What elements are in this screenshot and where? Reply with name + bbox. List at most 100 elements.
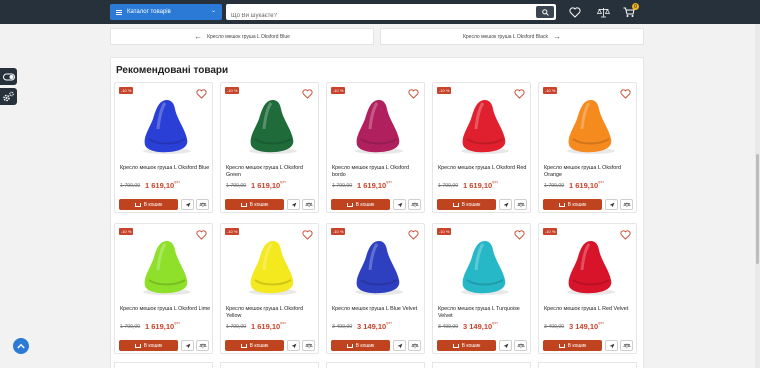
product-name-link[interactable]: Кресло мешок груша L Blue Velvet	[332, 306, 424, 313]
add-to-wishlist-button[interactable]	[514, 86, 525, 104]
catalog-button[interactable]: Каталог товарів ⌄	[110, 4, 222, 20]
compare-product-button[interactable]	[514, 199, 527, 210]
page-scrollbar[interactable]	[755, 24, 760, 368]
add-to-wishlist-button[interactable]	[408, 86, 419, 104]
product-card[interactable]: -10 % Кресло мешок груша L Oksford bordo 1…	[326, 82, 425, 213]
product-image[interactable]	[561, 236, 617, 296]
product-name-link[interactable]: Кресло мешок груша L Oksford Blue	[120, 165, 212, 172]
add-to-cart-button[interactable]: В кошик	[437, 199, 496, 210]
compare-product-button[interactable]	[196, 199, 209, 210]
product-image[interactable]	[455, 95, 511, 155]
quick-order-button[interactable]	[605, 199, 618, 210]
theme-toggle-button[interactable]	[0, 68, 17, 85]
quick-order-button[interactable]	[287, 340, 300, 351]
product-name-link[interactable]: Кресло мешок груша L Turquoise Velvet	[438, 306, 530, 320]
paper-plane-icon	[397, 343, 402, 348]
add-to-wishlist-button[interactable]	[302, 86, 313, 104]
add-to-wishlist-button[interactable]	[620, 227, 631, 245]
product-image[interactable]	[349, 95, 405, 155]
compare-button[interactable]	[596, 5, 610, 19]
quick-order-button[interactable]	[499, 199, 512, 210]
scroll-to-top-button[interactable]	[13, 338, 29, 354]
scales-icon	[622, 202, 631, 207]
quick-order-button[interactable]	[393, 340, 406, 351]
chevron-down-icon: ⌄	[210, 8, 216, 14]
add-to-wishlist-button[interactable]	[196, 86, 207, 104]
compare-product-button[interactable]	[620, 199, 633, 210]
add-to-cart-button[interactable]: В кошик	[119, 199, 178, 210]
product-image[interactable]	[561, 95, 617, 155]
add-to-cart-label: В кошик	[143, 342, 163, 349]
compare-product-button[interactable]	[302, 199, 315, 210]
product-image[interactable]	[137, 95, 193, 155]
add-to-cart-button[interactable]: В кошик	[225, 340, 284, 351]
settings-button[interactable]	[0, 88, 17, 105]
add-to-wishlist-button[interactable]	[514, 227, 525, 245]
product-card[interactable]: -10 % Кресло мешок груша L Oksford Red 1 7…	[432, 82, 531, 213]
product-name-link[interactable]: Кресло мешок груша L Oksford Orange	[544, 165, 636, 179]
cart-icon	[240, 202, 247, 207]
next-product-link[interactable]: Кресло мешок груша L Oksford Black →	[380, 28, 644, 45]
quick-order-button[interactable]	[605, 340, 618, 351]
search-input[interactable]	[226, 8, 516, 24]
scales-icon	[516, 202, 525, 207]
product-card[interactable]: -10 % Кресло мешок груша L Red Velvet 3 49…	[538, 223, 637, 354]
product-image[interactable]	[455, 236, 511, 296]
cart-button[interactable]: 0	[622, 3, 639, 19]
product-image[interactable]	[243, 95, 299, 155]
wishlist-button[interactable]	[568, 5, 582, 19]
old-price: 1 799,00	[332, 183, 353, 189]
add-to-wishlist-button[interactable]	[408, 227, 419, 245]
quick-order-button[interactable]	[499, 340, 512, 351]
add-to-wishlist-button[interactable]	[196, 227, 207, 245]
add-to-cart-button[interactable]: В кошик	[543, 340, 602, 351]
add-to-cart-button[interactable]: В кошик	[543, 199, 602, 210]
search-button[interactable]	[536, 6, 554, 18]
top-header: Каталог товарів ⌄ 0	[0, 0, 760, 24]
product-card[interactable]: -10 % Кресло мешок груша L Oksford Blue 1 …	[114, 82, 213, 213]
compare-product-button[interactable]	[302, 340, 315, 351]
product-name-link[interactable]: Кресло мешок груша L Oksford bordo	[332, 165, 424, 179]
quick-order-button[interactable]	[181, 340, 194, 351]
compare-product-button[interactable]	[514, 340, 527, 351]
add-to-cart-button[interactable]: В кошик	[225, 199, 284, 210]
scales-icon	[198, 343, 207, 348]
prev-product-link[interactable]: ← Кресло мешок груша L Oksford Blue	[110, 28, 374, 45]
add-to-cart-button[interactable]: В кошик	[437, 340, 496, 351]
scrollbar-thumb[interactable]	[756, 154, 759, 264]
compare-product-button[interactable]	[408, 340, 421, 351]
current-price: 1 619,10	[463, 181, 493, 190]
product-card[interactable]: -10 % Кресло мешок груша L Oksford Green 1…	[220, 82, 319, 213]
add-to-wishlist-button[interactable]	[620, 86, 631, 104]
product-name-link[interactable]: Кресло мешок груша L Red Velvet	[544, 306, 636, 313]
product-image[interactable]	[243, 236, 299, 296]
product-name-link[interactable]: Кресло мешок груша L Oksford Green	[226, 165, 318, 179]
product-card[interactable]: -10 % Кресло мешок груша L Turquoise Velv…	[432, 223, 531, 354]
product-card[interactable]: -10 % Кресло мешок груша L Blue Velvet 3 4…	[326, 223, 425, 354]
product-name-link[interactable]: Кресло мешок груша L Oksford Yellow	[226, 306, 318, 320]
heart-icon	[196, 89, 207, 99]
compare-product-button[interactable]	[196, 340, 209, 351]
add-to-cart-button[interactable]: В кошик	[119, 340, 178, 351]
product-card[interactable]: -10 % Кресло мешок груша L Oksford Yellow…	[220, 223, 319, 354]
add-to-cart-button[interactable]: В кошик	[331, 199, 390, 210]
discount-badge: -10 %	[225, 228, 240, 235]
product-image[interactable]	[137, 236, 193, 296]
compare-product-button[interactable]	[408, 199, 421, 210]
product-name-link[interactable]: Кресло мешок груша L Oksford Lime	[120, 306, 212, 313]
product-image[interactable]	[349, 236, 405, 296]
add-to-wishlist-button[interactable]	[302, 227, 313, 245]
product-card[interactable]: -10 % Кресло мешок груша L Oksford Orange…	[538, 82, 637, 213]
discount-badge: -10 %	[225, 87, 240, 94]
quick-order-button[interactable]	[393, 199, 406, 210]
cart-icon	[558, 202, 565, 207]
product-name-link[interactable]: Кресло мешок груша L Oksford Red	[438, 165, 530, 172]
compare-product-button[interactable]	[620, 340, 633, 351]
product-card[interactable]: -10 % Кресло мешок груша L Oksford Lime 1 …	[114, 223, 213, 354]
arrow-left-icon: ←	[194, 32, 203, 41]
heart-icon	[196, 230, 207, 240]
quick-order-button[interactable]	[181, 199, 194, 210]
add-to-cart-button[interactable]: В кошик	[331, 340, 390, 351]
current-price: 1 619,10	[145, 181, 175, 190]
quick-order-button[interactable]	[287, 199, 300, 210]
